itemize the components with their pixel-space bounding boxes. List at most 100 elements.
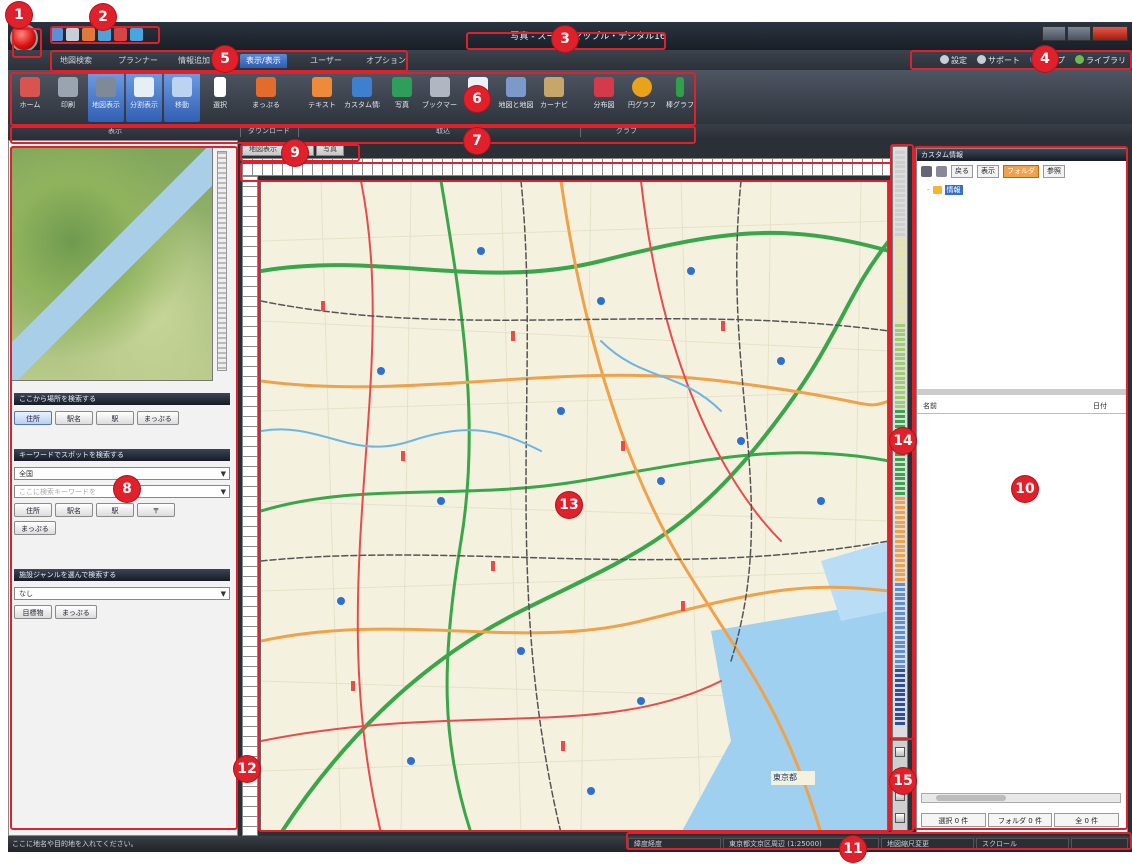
zoom-level-step[interactable] xyxy=(895,280,905,284)
panel-splitter[interactable] xyxy=(917,389,1127,395)
zoom-level-step[interactable] xyxy=(895,410,905,414)
support-link[interactable]: サポート xyxy=(977,54,1020,67)
zoom-level-step[interactable] xyxy=(895,405,905,409)
distribution-map-button[interactable]: 分布図 xyxy=(586,72,622,122)
zoom-level-step[interactable] xyxy=(895,664,905,668)
zoom-level-step[interactable] xyxy=(895,323,905,327)
landmark-button[interactable]: 目標物 xyxy=(14,605,52,619)
column-date[interactable]: 日付 xyxy=(1093,399,1107,413)
zoom-level-step[interactable] xyxy=(895,578,905,582)
tab-info-add[interactable]: 情報追加 xyxy=(172,54,216,68)
zoom-level-step[interactable] xyxy=(895,309,905,313)
bar-chart-button[interactable]: 棒グラフ xyxy=(662,72,698,122)
zoom-level-step[interactable] xyxy=(895,367,905,370)
flag-icon[interactable] xyxy=(114,28,127,41)
zoom-level-step[interactable] xyxy=(895,477,905,481)
zoom-level-step[interactable] xyxy=(895,333,905,337)
zoom-level-step[interactable] xyxy=(895,712,905,716)
tab-display[interactable]: 表示/表示 xyxy=(240,54,287,68)
zoom-level-step[interactable] xyxy=(895,275,905,279)
redo-icon[interactable] xyxy=(98,28,111,41)
zoom-level-step[interactable] xyxy=(895,199,905,202)
undo-icon[interactable] xyxy=(82,28,95,41)
overview-zoom-slider[interactable] xyxy=(217,151,227,371)
zoom-level-step[interactable] xyxy=(895,218,905,222)
pie-chart-button[interactable]: 円グラフ xyxy=(624,72,660,122)
zoom-level-step[interactable] xyxy=(895,568,905,572)
grid-icon[interactable] xyxy=(895,813,905,823)
zoom-level-step[interactable] xyxy=(895,669,905,673)
app-menu-button[interactable] xyxy=(10,24,38,52)
address-search-button[interactable]: 住所 xyxy=(14,411,52,425)
zoom-level-step[interactable] xyxy=(895,554,905,558)
zoom-level-step[interactable] xyxy=(895,659,905,663)
zoom-level-step[interactable] xyxy=(895,343,905,346)
zoom-level-step[interactable] xyxy=(895,208,905,212)
zoom-level-step[interactable] xyxy=(895,165,905,169)
zoom-level-step[interactable] xyxy=(895,559,905,562)
zoom-level-step[interactable] xyxy=(895,511,905,514)
zoom-level-step[interactable] xyxy=(895,304,905,308)
zoom-level-step[interactable] xyxy=(895,626,905,630)
tab-photo[interactable]: 写真 xyxy=(316,142,344,156)
status-scroll[interactable]: スクロール xyxy=(976,838,1069,850)
map-view-button[interactable]: 地図表示 xyxy=(88,72,124,122)
browse-button[interactable]: 参照 xyxy=(1043,165,1065,178)
tree-icon[interactable] xyxy=(921,166,932,177)
zoom-level-step[interactable] xyxy=(895,415,905,418)
zoom-level-step[interactable] xyxy=(895,703,905,706)
status-scale[interactable]: 地図縮尺変更 xyxy=(881,838,974,850)
zoom-level-step[interactable] xyxy=(895,285,905,289)
tree-expand-icon[interactable]: - xyxy=(927,186,930,194)
zoom-level-step[interactable] xyxy=(895,458,905,462)
tab-planner[interactable]: プランナー xyxy=(112,54,164,68)
zoom-level-step[interactable] xyxy=(895,242,905,246)
zoom-level-step[interactable] xyxy=(895,496,905,500)
zoom-level-step[interactable] xyxy=(895,707,905,711)
zoom-level-step[interactable] xyxy=(895,587,905,591)
zoom-level-step[interactable] xyxy=(895,501,905,505)
zoom-level-step[interactable] xyxy=(895,395,905,399)
zoom-level-step[interactable] xyxy=(895,463,905,466)
print-button[interactable]: 印刷 xyxy=(50,72,86,122)
zoom-level-step[interactable] xyxy=(895,314,905,318)
zoom-level-step[interactable] xyxy=(895,650,905,654)
mapple-button[interactable]: まっぷる xyxy=(248,72,284,122)
zoom-level-step[interactable] xyxy=(895,607,905,610)
zoom-level-step[interactable] xyxy=(895,347,905,351)
tab-search[interactable]: 地図検索 xyxy=(54,54,98,68)
zoom-level-step[interactable] xyxy=(895,539,905,543)
zoom-level-step[interactable] xyxy=(895,640,905,644)
zoom-fit-icon[interactable] xyxy=(895,747,905,757)
custom-info-button[interactable]: カスタム情報 xyxy=(344,72,380,122)
pan-button[interactable]: 移動 xyxy=(164,72,200,122)
zoom-level-step[interactable] xyxy=(895,592,905,596)
zoom-level-step[interactable] xyxy=(895,194,905,198)
zoom-level-step[interactable] xyxy=(895,357,905,361)
zoom-level-step[interactable] xyxy=(895,386,905,390)
zoom-level-step[interactable] xyxy=(895,160,905,164)
column-name[interactable]: 名前 xyxy=(923,399,937,413)
zoom-level-step[interactable] xyxy=(895,520,905,524)
zoom-level-step[interactable] xyxy=(895,635,905,639)
settings-link[interactable]: 設定 xyxy=(940,54,967,67)
zoom-level-step[interactable] xyxy=(895,179,905,183)
zoom-level-step[interactable] xyxy=(895,563,905,567)
zoom-level-step[interactable] xyxy=(895,251,905,255)
zoom-level-step[interactable] xyxy=(895,722,905,726)
postal-button[interactable]: 〒 xyxy=(137,503,175,517)
map-compare-button[interactable]: 地図と地図 xyxy=(498,72,534,122)
car-navi-button[interactable]: カーナビ xyxy=(536,72,572,122)
split-view-button[interactable]: 分割表示 xyxy=(126,72,162,122)
zoom-level-step[interactable] xyxy=(895,223,905,226)
zoom-level-step[interactable] xyxy=(895,247,905,250)
zoom-level-step[interactable] xyxy=(895,482,905,486)
zoom-level-step[interactable] xyxy=(895,544,905,548)
zoom-level-step[interactable] xyxy=(895,616,905,620)
tab-options[interactable]: オプション xyxy=(360,54,412,68)
zoom-level-step[interactable] xyxy=(895,328,905,332)
zoom-level-step[interactable] xyxy=(895,597,905,601)
zoom-level-step[interactable] xyxy=(895,467,905,471)
pin-icon[interactable] xyxy=(130,28,143,41)
zoom-level-step[interactable] xyxy=(895,611,905,615)
